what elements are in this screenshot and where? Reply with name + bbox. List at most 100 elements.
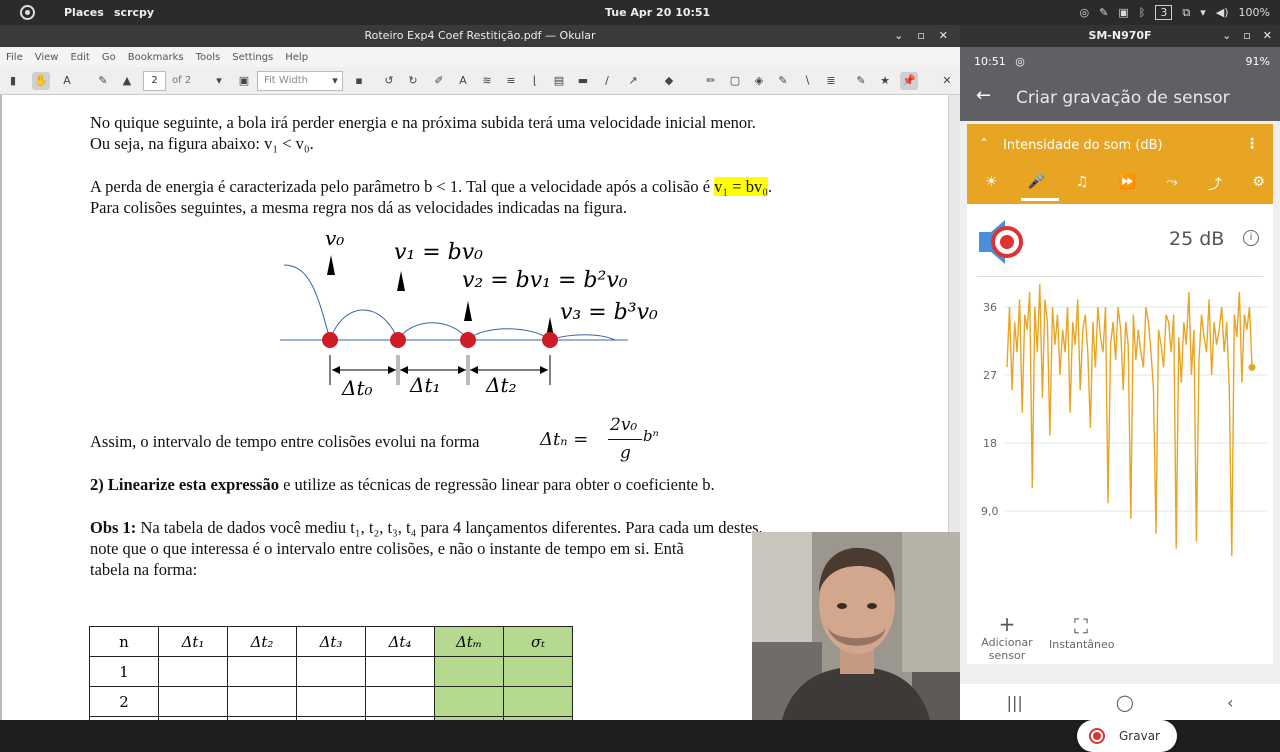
annotate-pen-icon[interactable]: ✎ (94, 72, 112, 90)
arrow-icon[interactable]: ↗ (624, 72, 642, 90)
record-label: Gravar (1119, 729, 1160, 743)
pin-icon[interactable]: 📌 (900, 72, 918, 90)
more-options-icon[interactable]: ⋮ (1245, 136, 1259, 152)
tray-app-icon[interactable]: ◎ (1080, 6, 1090, 19)
tray-bluetooth-icon[interactable]: ᛒ (1139, 6, 1146, 19)
list-icon[interactable]: ≣ (822, 72, 840, 90)
page-dropdown-icon[interactable]: ▾ (210, 72, 228, 90)
okular-titlebar: Roteiro Exp4 Coef Restitição.pdf — Okula… (0, 25, 960, 47)
maximize-icon[interactable]: ▫ (917, 25, 924, 47)
stamp-icon[interactable]: ◆ (660, 72, 678, 90)
battery-text[interactable]: 100% (1239, 6, 1270, 19)
light-sensor-icon[interactable]: ☀ (985, 174, 998, 194)
activities-icon[interactable] (20, 5, 35, 20)
phone-minimize-icon[interactable]: ⌄ (1222, 25, 1231, 47)
draw-icon[interactable]: ✎ (774, 72, 792, 90)
bouncing-ball-figure: v₀ v₁ = bv₀ v₂ = bv₁ = b²v₀ v₃ = b³v₀ Δt… (280, 226, 658, 400)
line-icon[interactable]: ∖ (798, 72, 816, 90)
fit-page-icon[interactable]: ▪ (350, 72, 368, 90)
phone-close-icon[interactable]: ✕ (1263, 25, 1272, 47)
equation-rhs: bⁿ (643, 427, 659, 445)
equation-denominator: g (620, 443, 631, 463)
rotate-right-icon[interactable]: ↻ (404, 72, 422, 90)
tray-pen-icon[interactable]: ✎ (1099, 6, 1108, 19)
record-button[interactable]: Gravar (1077, 720, 1177, 752)
page-number-input[interactable]: 2 (143, 71, 166, 91)
clock[interactable]: Tue Apr 20 10:51 (605, 6, 710, 19)
home-icon[interactable]: ◯ (1116, 693, 1134, 712)
sensor-header: ⌃ Intensidade do som (dB) ⋮ ☀ 🎤 ♫ ⏩ ⤳ ⤴ … (967, 124, 1273, 204)
tray-clipboard-icon[interactable]: ▣ (1118, 6, 1128, 19)
close-icon[interactable]: ✕ (939, 25, 948, 47)
menu-tools[interactable]: Tools (196, 52, 221, 63)
shape-icon[interactable]: ▢ (726, 72, 744, 90)
recent-apps-icon[interactable]: ||| (1007, 693, 1023, 712)
underline-icon[interactable]: A (454, 72, 472, 90)
accelerometer-icon[interactable]: ⤳ (1166, 174, 1177, 194)
add-sensor-button[interactable]: + Adicionar sensor (981, 612, 1033, 662)
phone-maximize-icon[interactable]: ▫ (1243, 25, 1250, 47)
settings-gear-icon[interactable]: ⚙ (1252, 174, 1265, 194)
nav-back-icon[interactable]: ‹ (1227, 693, 1233, 712)
signal-line (1006, 284, 1253, 557)
menu-settings[interactable]: Settings (232, 52, 273, 63)
workspace-indicator[interactable]: 3 (1155, 5, 1173, 20)
freehand-icon[interactable]: ∕ (598, 72, 616, 90)
squiggle-icon[interactable]: ≋ (478, 72, 496, 90)
next-page-icon[interactable]: ▣ (235, 72, 253, 90)
paragraph-3: Assim, o intervalo de tempo entre colisõ… (90, 432, 480, 451)
menu-edit[interactable]: Edit (70, 52, 89, 63)
menu-help[interactable]: Help (285, 52, 308, 63)
header-n: n (89, 626, 159, 657)
collapse-chevron-icon[interactable]: ⌃ (979, 136, 989, 150)
wifi-icon[interactable]: ▾ (1200, 6, 1206, 19)
menu-bar: File View Edit Go Bookmarks Tools Settin… (0, 47, 960, 67)
sensor-reading: 25 dB i (967, 204, 1273, 276)
sensor-name[interactable]: Intensidade do som (dB) (1003, 138, 1163, 153)
menu-file[interactable]: File (6, 52, 23, 63)
microphone-icon[interactable]: 🎤 (1028, 174, 1045, 194)
row-index: 3 (89, 716, 159, 720)
row-index: 2 (89, 686, 159, 717)
sound-graph[interactable]: 36 27 18 9,0 Gravar (967, 284, 1273, 752)
paragraph-1-line-1: No quique seguinte, a bola irá perder en… (90, 113, 756, 132)
minimize-icon[interactable]: ⌄ (894, 25, 903, 47)
typewriter-icon[interactable]: ▤ (550, 72, 568, 90)
browse-hand-icon[interactable]: ✋ (32, 72, 50, 90)
linear-accel-icon[interactable]: ⤴ (1208, 174, 1222, 194)
ink-icon[interactable]: ◈ (750, 72, 768, 90)
menu-go[interactable]: Go (102, 52, 116, 63)
places-menu[interactable]: Places (64, 6, 104, 19)
info-icon[interactable]: i (1243, 230, 1259, 246)
favorite-star-icon[interactable]: ★ (876, 72, 894, 90)
fig-label-v0: v₀ (325, 226, 344, 250)
sensor-card: ⌃ Intensidade do som (dB) ⋮ ☀ 🎤 ♫ ⏩ ⤳ ⤴ … (967, 124, 1273, 752)
zoom-dropdown-icon[interactable]: ▾ (326, 72, 344, 90)
strikeout-icon[interactable]: ≡ (502, 72, 520, 90)
page-of-label: of (172, 75, 182, 86)
measure-icon[interactable]: ⌊ (526, 72, 544, 90)
menu-view[interactable]: View (35, 52, 59, 63)
table-header-row: n Δt₁ Δt₂ Δt₃ Δt₄ Δtₘ σₜ (89, 626, 573, 657)
app-menu-scrcpy[interactable]: scrcpy (114, 6, 154, 19)
note-icon[interactable]: ▬ (574, 72, 592, 90)
rotate-left-icon[interactable]: ↺ (380, 72, 398, 90)
toolbar-close-icon[interactable]: ✕ (938, 72, 956, 90)
previous-page-icon[interactable]: ▲ (118, 72, 136, 90)
menu-bookmarks[interactable]: Bookmarks (128, 52, 184, 63)
phone-window-title: SM-N970F (1088, 29, 1152, 42)
signal-cursor (1248, 363, 1256, 371)
header-dt4: Δt₄ (365, 626, 435, 657)
back-arrow-icon[interactable]: ← (976, 85, 991, 106)
snapshot-button[interactable]: ⛶ Instantâneo (1049, 614, 1115, 651)
text-select-icon[interactable]: A (58, 72, 76, 90)
pitch-icon[interactable]: ⏩ (1119, 174, 1136, 194)
tray-copy-icon[interactable]: ⧉ (1182, 6, 1190, 20)
edit-icon[interactable]: ✎ (852, 72, 870, 90)
highlighter-icon[interactable]: ✐ (430, 72, 448, 90)
paragraph-2-line-2: Para colisões seguintes, a mesma regra n… (90, 198, 627, 217)
volume-icon[interactable]: ◀) (1216, 6, 1229, 19)
music-note-icon[interactable]: ♫ (1076, 174, 1089, 194)
sidebar-toggle-icon[interactable]: ▮ (4, 72, 22, 90)
pencil-icon[interactable]: ✏ (702, 72, 720, 90)
